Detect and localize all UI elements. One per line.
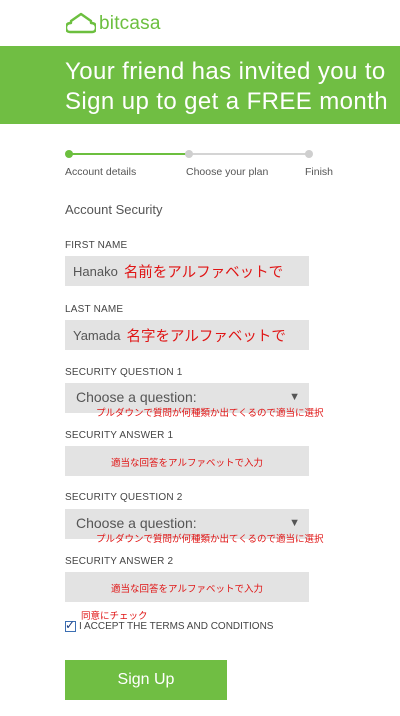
banner-line-2: Sign up to get a FREE month xyxy=(65,88,388,115)
brand-name: bitcasa xyxy=(99,13,161,34)
signup-progress-bar xyxy=(65,150,313,158)
security-question-1-annotation: プルダウンで質問が何種類か出てくるので適当に選択 xyxy=(96,408,324,419)
last-name-annotation: 名字をアルファベットで xyxy=(126,328,286,345)
security-answer-1-field[interactable]: 適当な回答をアルファベットで入力 xyxy=(65,446,309,476)
step-label-finish: Finish xyxy=(305,166,334,178)
security-answer-2-annotation: 適当な回答をアルファベットで入力 xyxy=(111,584,263,595)
step-dot-choose-plan xyxy=(185,150,193,158)
terms-label: I ACCEPT THE TERMS AND CONDITIONS xyxy=(79,621,274,632)
terms-annotation: 同意にチェック xyxy=(81,611,148,622)
step-dot-account-details xyxy=(65,150,73,158)
security-answer-2-label: SECURITY ANSWER 2 xyxy=(65,556,174,567)
security-answer-1-label: SECURITY ANSWER 1 xyxy=(65,430,174,441)
last-name-field[interactable]: Yamada 名字をアルファベットで xyxy=(65,320,309,350)
first-name-value: Hanako xyxy=(73,263,118,279)
security-question-2-placeholder: Choose a question: xyxy=(76,515,197,531)
step-dot-finish xyxy=(305,150,313,158)
security-answer-1-annotation: 適当な回答をアルファベットで入力 xyxy=(111,458,263,469)
security-question-2-label: SECURITY QUESTION 2 xyxy=(65,492,183,503)
security-question-2-annotation: プルダウンで質問が何種類か出てくるので適当に選択 xyxy=(96,534,324,545)
progress-fill xyxy=(68,153,189,155)
check-mark-icon: ✓ xyxy=(65,618,76,632)
terms-checkbox[interactable]: ✓ xyxy=(65,618,76,632)
section-title: Account Security xyxy=(65,202,163,217)
security-answer-2-field[interactable]: 適当な回答をアルファベットで入力 xyxy=(65,572,309,602)
first-name-annotation: 名前をアルファベットで xyxy=(123,264,284,281)
first-name-label: FIRST NAME xyxy=(65,240,128,251)
security-question-1-placeholder: Choose a question: xyxy=(76,389,197,405)
invite-banner: Your friend has invited you to Sign up t… xyxy=(0,46,400,124)
last-name-label: LAST NAME xyxy=(65,304,124,315)
step-label-choose-plan: Choose your plan xyxy=(186,166,269,178)
bitcasa-logo[interactable]: bitcasa xyxy=(66,11,161,37)
cloud-house-icon xyxy=(66,12,96,34)
banner-line-1: Your friend has invited you to xyxy=(65,58,386,85)
first-name-field[interactable]: Hanako 名前をアルファベットで xyxy=(65,256,309,286)
dropdown-arrow-icon: ▼ xyxy=(289,517,300,529)
security-question-1-label: SECURITY QUESTION 1 xyxy=(65,367,183,378)
sign-up-button[interactable]: Sign Up xyxy=(65,660,227,700)
terms-row: ✓ I ACCEPT THE TERMS AND CONDITIONS xyxy=(65,618,274,632)
last-name-value: Yamada xyxy=(73,327,121,343)
step-label-account-details: Account details xyxy=(65,166,137,178)
dropdown-arrow-icon: ▼ xyxy=(289,391,300,403)
